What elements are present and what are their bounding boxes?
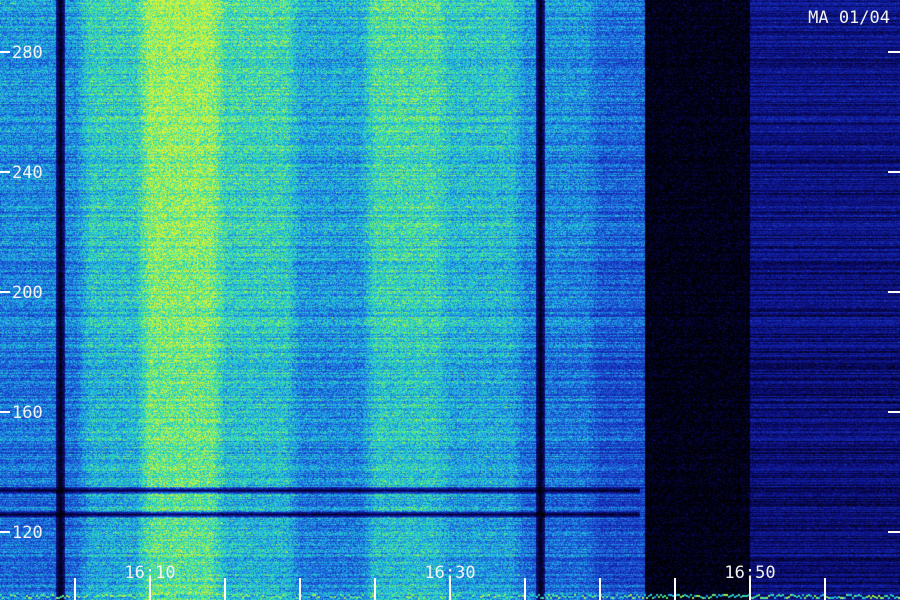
spectrogram-heatmap bbox=[0, 0, 900, 600]
